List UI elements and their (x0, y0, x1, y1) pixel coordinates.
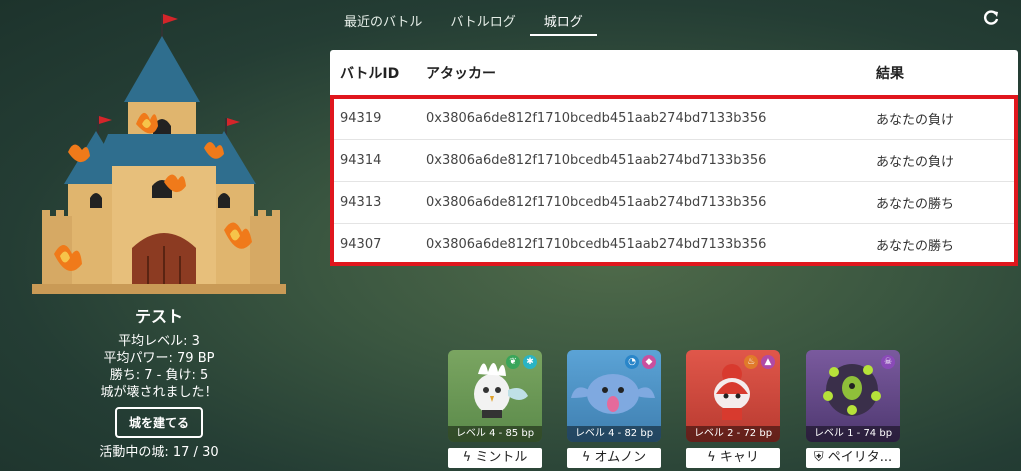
card-level: レベル 1 - 74 bp (806, 426, 900, 442)
lightning-icon: ϟ (707, 450, 720, 465)
battle-id-cell: 94319 (330, 96, 416, 140)
table-row[interactable]: 94307 0x3806a6de812f1710bcedb451aab274bd… (330, 223, 1018, 265)
snowflake-icon: ✱ (523, 355, 537, 369)
monster-card[interactable]: ♨ ▲ レベル 2 - 72 bp (686, 350, 780, 442)
lightning-icon: ϟ (462, 450, 476, 465)
battle-id-cell: 94313 (330, 181, 416, 224)
build-castle-button[interactable]: 城を建てる (114, 407, 203, 438)
tab-recent-battles[interactable]: 最近のバトル (330, 0, 436, 36)
result-cell: あなたの負け (866, 96, 1018, 140)
table-row[interactable]: 94313 0x3806a6de812f1710bcedb451aab274bd… (330, 181, 1018, 224)
card-level: レベル 4 - 82 bp (567, 426, 661, 442)
attacker-cell: 0x3806a6de812f1710bcedb451aab274bd7133b3… (416, 96, 866, 140)
table-header-row: バトルID アタッカー 結果 (330, 50, 1018, 98)
table-row[interactable]: 94319 0x3806a6de812f1710bcedb451aab274bd… (330, 96, 1018, 140)
active-castles-count: 活動中の城: 17 / 30 (99, 445, 219, 460)
attacker-cell: 0x3806a6de812f1710bcedb451aab274bd7133b3… (416, 223, 866, 265)
leaf-icon: ❦ (506, 355, 520, 369)
card-name: オムノン (594, 450, 647, 465)
attacker-cell: 0x3806a6de812f1710bcedb451aab274bd7133b3… (416, 181, 866, 224)
monster-card[interactable]: ☠ レベル 1 - 74 bp (806, 350, 900, 442)
castle-destroyed-message: 城が壊されました！ (100, 385, 218, 400)
monster-name-mintoru[interactable]: ϟ ミントル (448, 448, 542, 468)
battle-id-cell: 94314 (330, 139, 416, 182)
warning-icon: ▲ (761, 355, 775, 369)
card-name: キャリ (719, 450, 759, 465)
castle-info-panel: テスト 平均レベル: 3 平均パワー: 79 BP 勝ち: 7 - 負け: 5 … (0, 303, 318, 461)
monster-name-peirita[interactable]: ⛨ ペイリタ... (806, 448, 900, 468)
castle-illustration (28, 6, 290, 298)
card-level: レベル 2 - 72 bp (686, 426, 780, 442)
result-cell: あなたの勝ち (866, 181, 1018, 224)
column-header-attacker: アタッカー (416, 50, 866, 98)
gem-icon: ◆ (642, 355, 656, 369)
average-level: 平均レベル: 3 (118, 334, 200, 349)
card-name: ミントル (475, 450, 528, 465)
monster-card[interactable]: ❦ ✱ レベル 4 - 85 bp (448, 350, 542, 442)
average-power: 平均パワー: 79 BP (103, 351, 215, 366)
monster-name-kyari[interactable]: ϟ キャリ (686, 448, 780, 468)
castle-name: テスト (134, 307, 183, 326)
monster-card[interactable]: ◔ ◆ レベル 4 - 82 bp (567, 350, 661, 442)
result-cell: あなたの負け (866, 139, 1018, 182)
refresh-icon[interactable] (982, 9, 1000, 27)
table-row[interactable]: 94314 0x3806a6de812f1710bcedb451aab274bd… (330, 139, 1018, 182)
battle-id-cell: 94307 (330, 223, 416, 265)
column-header-result: 結果 (866, 50, 1018, 98)
fire-icon: ♨ (744, 355, 758, 369)
monster-name-omunon[interactable]: ϟ オムノン (567, 448, 661, 468)
card-name: ペイリタ... (827, 450, 893, 465)
column-header-battle-id: バトルID (330, 50, 416, 98)
result-cell: あなたの勝ち (866, 223, 1018, 265)
tab-battle-log[interactable]: バトルログ (436, 0, 529, 36)
win-loss-record: 勝ち: 7 - 負け: 5 (109, 368, 209, 383)
card-level: レベル 4 - 85 bp (448, 426, 542, 442)
shield-icon: ⛨ (813, 450, 828, 465)
castle-log-table: バトルID アタッカー 結果 94319 0x3806a6de812f1710b… (330, 50, 1018, 265)
lightning-icon: ϟ (581, 450, 595, 465)
water-icon: ◔ (625, 355, 639, 369)
log-tabs: 最近のバトル バトルログ 城ログ (330, 0, 597, 36)
tab-castle-log[interactable]: 城ログ (529, 0, 597, 36)
skull-icon: ☠ (881, 355, 895, 369)
attacker-cell: 0x3806a6de812f1710bcedb451aab274bd7133b3… (416, 139, 866, 182)
